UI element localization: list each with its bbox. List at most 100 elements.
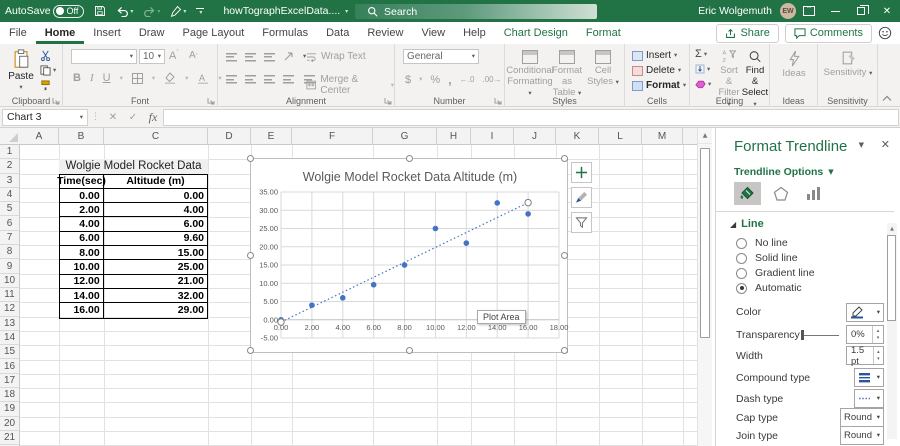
chart-selection-handle[interactable] <box>406 347 413 354</box>
cut-button[interactable] <box>40 49 56 61</box>
comments-button[interactable]: Comments <box>785 24 872 43</box>
row-header-18[interactable]: 18 <box>0 388 19 402</box>
row-header-19[interactable]: 19 <box>0 402 19 416</box>
chart-selection-handle[interactable] <box>561 155 568 162</box>
table-cell[interactable]: 4.00 <box>104 203 207 217</box>
table-cell[interactable]: 29.00 <box>104 303 207 317</box>
format-as-table-button[interactable]: Format asTable ▾ <box>549 50 585 99</box>
row-header-13[interactable]: 13 <box>0 317 19 331</box>
chart-filters-button[interactable] <box>571 212 592 233</box>
user-name[interactable]: Eric Wolgemuth <box>698 5 772 17</box>
avatar[interactable]: EW <box>780 3 796 19</box>
tab-file[interactable]: File <box>0 22 36 44</box>
table-cell[interactable]: 12.00 <box>60 275 104 289</box>
currency-button[interactable]: $ <box>405 74 411 86</box>
row-header-5[interactable]: 5 <box>0 202 19 216</box>
align-left-button[interactable] <box>226 74 237 84</box>
table-cell[interactable]: 9.60 <box>104 232 207 246</box>
paste-dropdown-icon[interactable]: ▾ <box>19 84 22 91</box>
number-dialog-launcher[interactable] <box>494 97 502 105</box>
save-button[interactable] <box>89 0 111 22</box>
table-cell[interactable]: 32.00 <box>104 289 207 303</box>
autosum-button[interactable]: Σ▾ <box>695 48 711 60</box>
row-header-1[interactable]: 1 <box>0 145 19 159</box>
chart-selection-handle[interactable] <box>406 155 413 162</box>
tab-chart-design[interactable]: Chart Design <box>495 22 577 44</box>
row-header-11[interactable]: 11 <box>0 288 19 302</box>
font-dialog-launcher[interactable] <box>207 97 215 105</box>
decrease-indent-button[interactable] <box>283 74 296 84</box>
comma-style-button[interactable]: , <box>448 72 452 87</box>
delete-cells-button[interactable]: Delete▾ <box>632 64 686 77</box>
customize-qat-button[interactable]: ▾ <box>191 0 209 22</box>
tab-review[interactable]: Review <box>358 22 412 44</box>
font-name-combo[interactable]: ▾ <box>71 49 137 64</box>
column-header-C[interactable]: C <box>104 128 208 145</box>
fill-line-tab[interactable] <box>734 182 761 205</box>
ideas-button[interactable]: Ideas <box>778 50 810 80</box>
tab-draw[interactable]: Draw <box>130 22 174 44</box>
chart-elements-button[interactable] <box>571 162 592 183</box>
ribbon-display-options-button[interactable]: ^ <box>796 0 822 22</box>
name-box-dropdown-icon[interactable]: ▾ <box>80 114 83 121</box>
wrap-text-button[interactable]: Wrap Text <box>306 51 366 62</box>
spinner-arrows-icon[interactable]: ▴▾ <box>872 326 883 343</box>
scroll-up-icon[interactable]: ▲ <box>698 128 712 144</box>
row-header-16[interactable]: 16 <box>0 359 19 373</box>
font-color-button[interactable]: A <box>197 72 209 84</box>
increase-decimal-button[interactable]: ←.0 <box>460 75 475 84</box>
chart-styles-button[interactable] <box>571 187 592 208</box>
row-header-3[interactable]: 3 <box>0 174 19 188</box>
chart-selection-handle[interactable] <box>247 252 254 259</box>
redo-dropdown-icon[interactable]: ▾ <box>157 8 160 15</box>
column-header-M[interactable]: M <box>642 128 683 145</box>
autosave-control[interactable]: AutoSave Off <box>0 0 89 22</box>
tab-insert[interactable]: Insert <box>84 22 130 44</box>
search-box[interactable]: Search <box>355 4 597 19</box>
undo-button[interactable]: ▾ <box>111 0 138 22</box>
insert-cells-button[interactable]: Insert▾ <box>632 49 686 62</box>
touch-draw-button[interactable]: ▾ <box>165 0 191 22</box>
table-cell[interactable]: 4.00 <box>60 217 104 231</box>
increase-font-button[interactable]: Aˆ <box>169 50 179 62</box>
column-header-K[interactable]: K <box>556 128 599 145</box>
copy-button[interactable]: ▾ <box>40 64 56 76</box>
row-header-12[interactable]: 12 <box>0 302 19 316</box>
font-size-combo[interactable]: 10▾ <box>139 49 165 64</box>
close-button[interactable]: ✕ <box>874 0 900 22</box>
column-header-F[interactable]: F <box>292 128 373 145</box>
feedback-smiley-icon[interactable] <box>878 26 892 40</box>
column-header-L[interactable]: L <box>599 128 642 145</box>
fill-color-button[interactable] <box>164 72 176 84</box>
table-cell[interactable]: 25.00 <box>104 260 207 274</box>
pane-scrollbar-thumb[interactable] <box>887 235 896 321</box>
table-title-cell[interactable]: Wolgie Model Rocket Data <box>59 159 208 173</box>
chart-selection-handle[interactable] <box>247 155 254 162</box>
insert-function-button[interactable]: fx <box>143 110 163 125</box>
fill-button[interactable]: ▾ <box>695 63 711 75</box>
cap-type-dropdown[interactable]: Round ▾ <box>840 408 884 427</box>
share-button[interactable]: Share <box>716 24 778 43</box>
minimize-button[interactable] <box>822 0 848 22</box>
touch-draw-dropdown-icon[interactable]: ▾ <box>183 8 186 15</box>
color-picker-button[interactable]: ▾ <box>846 303 884 322</box>
transparency-slider[interactable] <box>801 327 839 343</box>
confirm-entry-button[interactable]: ✓ <box>123 112 143 123</box>
radio-solid-line[interactable]: Solid line <box>736 250 798 266</box>
table-cell[interactable]: 0.00 <box>60 189 104 203</box>
align-center-button[interactable] <box>245 74 256 84</box>
chart-selection-handle[interactable] <box>561 252 568 259</box>
cancel-entry-button[interactable]: ✕ <box>103 112 123 123</box>
dash-type-dropdown[interactable]: ▾ <box>854 389 884 408</box>
spinner-arrows-icon[interactable]: ▴▾ <box>873 347 883 364</box>
tab-view[interactable]: View <box>412 22 454 44</box>
row-header-10[interactable]: 10 <box>0 274 19 288</box>
pane-scrollbar[interactable]: ▲ <box>887 223 897 439</box>
table-cell[interactable]: 15.00 <box>104 246 207 260</box>
chart-selection-handle[interactable] <box>561 347 568 354</box>
merge-center-button[interactable]: Merge & Center ▾ <box>306 74 394 96</box>
decrease-decimal-button[interactable]: .00→ <box>482 75 501 84</box>
name-box[interactable]: Chart 3 ▾ <box>2 109 88 126</box>
radio-gradient-line[interactable]: Gradient line <box>736 265 815 281</box>
table-cell[interactable]: 21.00 <box>104 275 207 289</box>
